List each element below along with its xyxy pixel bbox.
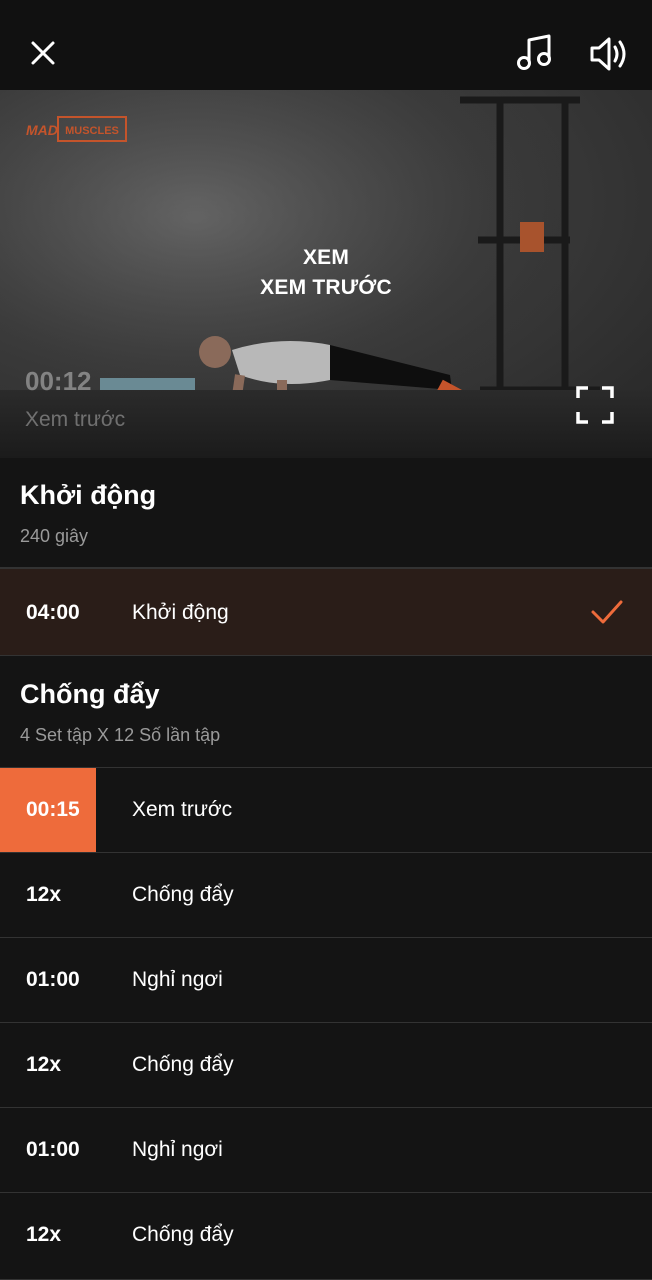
row-value: 00:15 — [26, 798, 80, 821]
svg-text:MAD: MAD — [26, 122, 58, 138]
exercise-row-rest[interactable]: 01:00 Nghỉ ngơi — [0, 1108, 652, 1193]
exercise-row-pushup[interactable]: 12x Chống đẩy — [0, 1023, 652, 1108]
fullscreen-icon[interactable] — [576, 386, 614, 424]
row-label: Khởi động — [132, 601, 229, 624]
row-value: 12x — [26, 883, 62, 906]
row-value: 04:00 — [26, 601, 80, 624]
row-label: Chống đẩy — [132, 1053, 234, 1076]
row-value: 12x — [26, 1223, 62, 1246]
row-value: 01:00 — [26, 1138, 80, 1161]
row-label: Nghỉ ngơi — [132, 968, 223, 991]
section-subtitle: 4 Set tập X 12 Số lần tập — [20, 725, 221, 745]
music-note-icon[interactable] — [514, 32, 556, 74]
row-label: Nghỉ ngơi — [132, 1138, 223, 1161]
section-header-pushups: Chống đẩy 4 Set tập X 12 Số lần tập — [0, 657, 652, 768]
exercise-row-pushup[interactable]: 12x Chống đẩy — [0, 1193, 652, 1280]
row-label: Xem trước — [132, 798, 233, 821]
section-title: Chống đẩy — [20, 679, 160, 709]
video-player[interactable]: MAD MUSCLES XEM XEM TRƯỚC 00:12 Xem trướ… — [0, 90, 652, 458]
section-title: Khởi động — [20, 480, 157, 510]
volume-icon[interactable] — [588, 34, 632, 74]
row-label: Chống đẩy — [132, 883, 234, 906]
row-label: Chống đẩy — [132, 1223, 234, 1246]
video-timer: 00:12 — [25, 366, 92, 396]
top-bar — [0, 0, 652, 90]
video-timer-label: Xem trước — [25, 408, 126, 431]
exercise-row-preview[interactable]: 00:15 Xem trước — [0, 768, 652, 853]
video-title-line1: XEM — [302, 246, 350, 269]
video-title-line2: XEM TRƯỚC — [260, 276, 392, 299]
exercise-row-warmup[interactable]: 04:00 Khởi động — [0, 568, 652, 656]
row-value: 01:00 — [26, 968, 80, 991]
svg-text:MUSCLES: MUSCLES — [65, 125, 119, 137]
section-subtitle: 240 giây — [20, 526, 89, 546]
exercise-row-pushup[interactable]: 12x Chống đẩy — [0, 853, 652, 938]
close-icon[interactable] — [26, 36, 60, 70]
section-header-warmup: Khởi động 240 giây — [0, 458, 652, 568]
row-value: 12x — [26, 1053, 62, 1076]
brand-logo: MAD MUSCLES — [26, 116, 127, 142]
video-title: XEM XEM TRƯỚC — [0, 243, 652, 303]
checkmark-icon — [591, 600, 623, 624]
exercise-row-rest[interactable]: 01:00 Nghỉ ngơi — [0, 938, 652, 1023]
